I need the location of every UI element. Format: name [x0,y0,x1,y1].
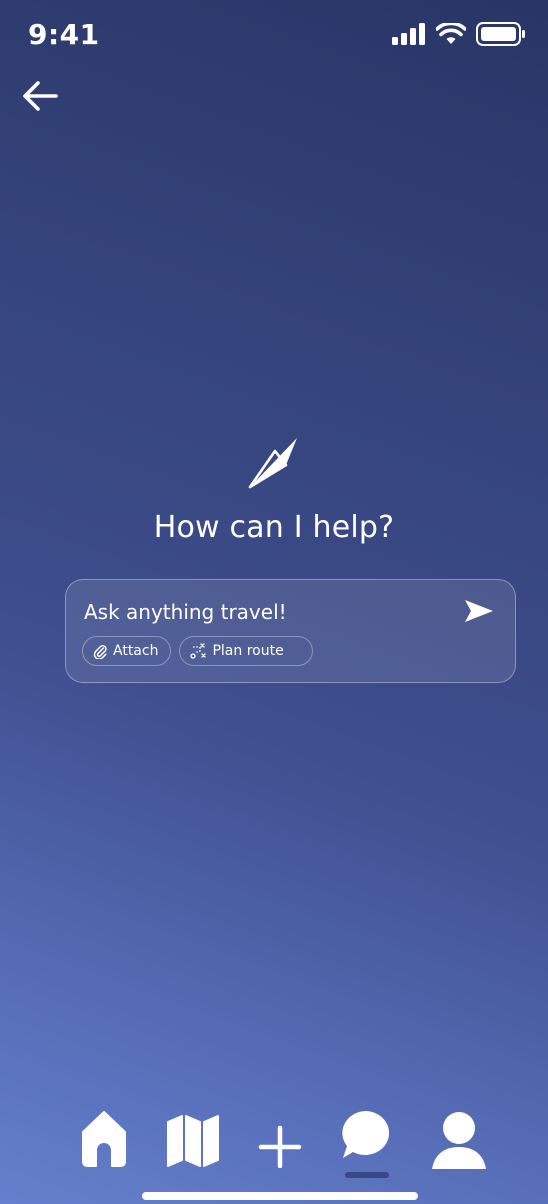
home-indicator [142,1192,418,1200]
wifi-icon [436,23,466,44]
signal-icon [392,23,425,45]
plan-route-chip[interactable]: Plan route [179,636,313,666]
chat-input[interactable] [82,594,446,630]
compass-icon [248,438,297,489]
status-time: 9:41 [28,18,100,51]
status-bar: 9:41 [0,0,548,72]
paperclip-icon [93,644,107,659]
map-icon[interactable] [166,1108,220,1168]
plan-route-label: Plan route [212,643,284,659]
route-icon [190,643,207,659]
bottom-nav [0,1108,548,1178]
battery-icon [476,22,525,46]
active-tab-indicator [345,1172,389,1178]
profile-icon[interactable] [430,1108,488,1170]
attach-chip[interactable]: Attach [82,636,172,666]
assistant-title: How can I help? [153,510,395,545]
back-arrow-icon[interactable] [20,78,60,114]
chip-row: Attach Plan route [82,636,313,666]
attach-label: Attach [113,643,159,659]
chat-composer: Attach Plan route [65,579,516,683]
assistant-header: How can I help? [0,436,548,545]
chat-icon[interactable] [340,1108,392,1168]
send-icon[interactable] [463,598,495,624]
plus-icon[interactable] [258,1108,302,1168]
status-icons [392,22,526,46]
home-icon[interactable] [78,1108,130,1168]
